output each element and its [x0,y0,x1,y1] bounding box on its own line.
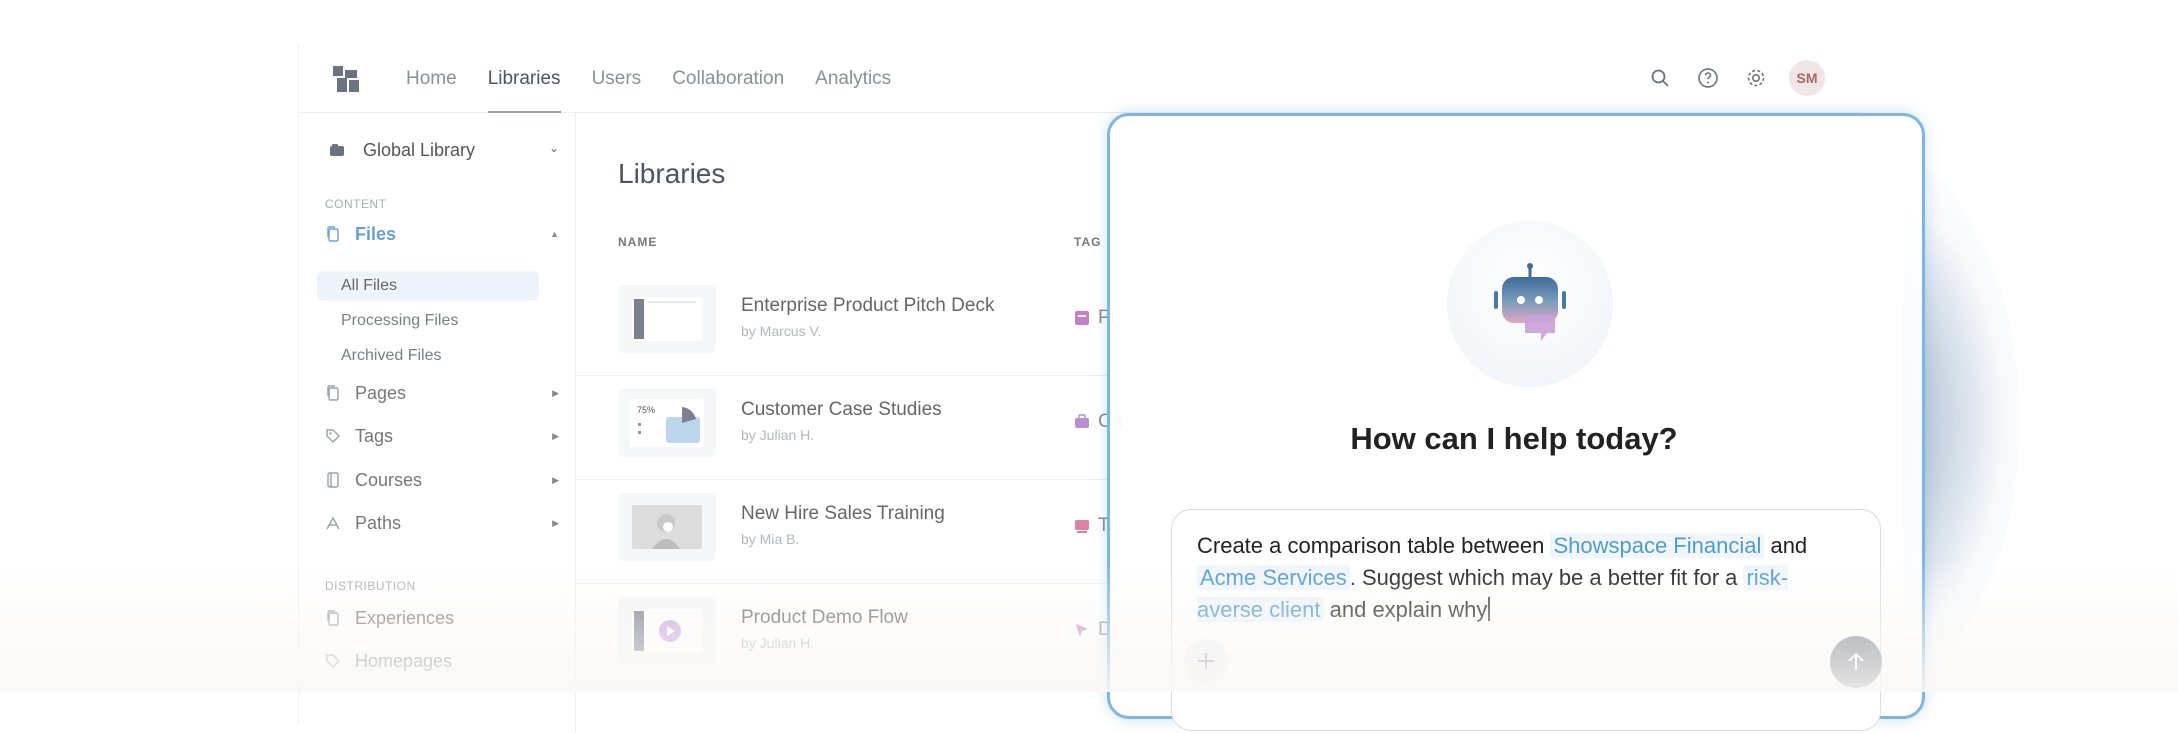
help-icon[interactable] [1693,63,1723,93]
row-thumbnail: 75% [618,389,716,457]
sidebar-item-label: Pages [355,382,407,403]
sidebar-item-label: Tags [355,425,394,446]
search-icon[interactable] [1645,63,1675,93]
folder-icon [330,144,344,156]
path-icon [325,515,341,531]
row-thumbnail [618,493,716,561]
prompt-entity-chip[interactable]: Acme Services [1197,565,1350,590]
distribution-section-label: DISTRIBUTION [325,579,416,593]
caret-right-icon[interactable]: ▶ [552,388,559,399]
sidebar-item-label: Experiences [355,607,455,628]
sidebar-item-label: Courses [355,469,423,490]
sidebar-item-files[interactable]: Files ▲ [325,219,559,249]
row-author: by Marcus V. [741,323,822,339]
library-selector[interactable]: Global Library ⌄ [329,135,559,165]
caret-right-icon[interactable]: ▶ [552,518,559,529]
sidebar-item-label: Homepages [355,650,453,671]
tag-icon [325,428,341,444]
sidebar-item-homepages[interactable]: Homepages [325,646,559,676]
robot-icon [1494,263,1566,341]
row-author: by Mia B. [741,531,800,547]
plus-icon [1198,653,1214,669]
caret-right-icon[interactable]: ▶ [552,475,559,486]
sidebar-item-label: Files [355,223,397,244]
tab-libraries[interactable]: Libraries [487,44,561,113]
chevron-down-icon[interactable]: ⌄ [549,141,559,155]
ai-assistant-panel: How can I help today? Create a compariso… [1107,113,1925,731]
sidebar-item-pages[interactable]: Pages ▶ [325,378,559,408]
top-actions: SM [1645,60,1861,96]
row-author: by Julian H. [741,427,815,443]
sidebar-item-tags[interactable]: Tags ▶ [325,421,559,451]
assistant-body: How can I help today? Create a compariso… [1125,131,1903,731]
tab-home[interactable]: Home [406,44,457,112]
row-thumbnail [618,285,716,353]
homepages-icon [325,653,341,669]
book-icon [325,472,341,488]
avatar[interactable]: SM [1789,60,1825,96]
prompt-entity-chip[interactable]: Showspace Financial [1550,533,1765,558]
top-navigation: Home Libraries Users Collaboration Analy… [299,44,1861,113]
prompt-composer[interactable]: Create a comparison table between Showsp… [1171,509,1882,731]
send-button[interactable] [1830,636,1882,688]
column-header-tag[interactable]: TAG [1074,235,1101,249]
sidebar-subitem-processing-files[interactable]: Processing Files [317,306,539,336]
row-author: by Julian H. [741,635,815,651]
file-copy-icon [325,226,341,242]
sidebar-subitem-all-files[interactable]: All Files [317,271,539,301]
sidebar-subitem-archived-files[interactable]: Archived Files [317,341,539,371]
add-attachment-button[interactable] [1184,639,1228,683]
sidebar-item-paths[interactable]: Paths ▶ [325,508,559,538]
tab-analytics[interactable]: Analytics [815,44,891,112]
sidebar: Global Library ⌄ CONTENT Files ▲ All Fil… [299,113,576,733]
row-title[interactable]: New Hire Sales Training [741,503,945,525]
page-title: Libraries [618,158,726,189]
briefcase-icon [1075,414,1089,428]
row-thumbnail [618,597,716,665]
text-caret [1488,597,1491,621]
table-row[interactable]: 75% Customer Case Studies by Julian H. C… [576,375,1176,480]
prompt-text: Create a comparison table between [1197,533,1551,558]
prompt-text: and [1764,533,1808,558]
row-title[interactable]: Product Demo Flow [741,607,908,629]
caret-up-icon[interactable]: ▲ [550,229,559,239]
app-logo[interactable] [333,66,359,92]
sidebar-item-courses[interactable]: Courses ▶ [325,465,559,495]
row-title[interactable]: Enterprise Product Pitch Deck [741,295,994,317]
table-row[interactable]: Enterprise Product Pitch Deck by Marcus … [576,271,1176,376]
prompt-input[interactable]: Create a comparison table between Showsp… [1197,530,1837,626]
nav-tabs: Home Libraries Users Collaboration Analy… [406,44,891,113]
caret-right-icon[interactable]: ▶ [552,431,559,442]
content-section-label: CONTENT [325,197,387,211]
arrow-up-icon [1848,652,1864,670]
presentation-icon [1075,311,1089,325]
thumbnail-percent-label: 75% [637,405,656,415]
table-row[interactable]: New Hire Sales Training by Mia B. Tr [576,479,1176,584]
sidebar-item-label: Paths [355,512,402,533]
library-selector-label: Global Library [363,139,476,160]
table-row[interactable]: Product Demo Flow by Julian H. De [576,583,1176,688]
tab-users[interactable]: Users [592,44,642,112]
bot-avatar [1447,221,1613,387]
gear-icon[interactable] [1741,63,1771,93]
cursor-icon [1076,624,1088,637]
sidebar-item-experiences[interactable]: Experiences [325,603,559,633]
prompt-text: and explain why [1323,597,1488,622]
prompt-text: . Suggest which may be a better fit for … [1349,565,1744,590]
video-icon [1075,520,1089,533]
column-header-name[interactable]: NAME [618,235,657,249]
row-title[interactable]: Customer Case Studies [741,399,942,421]
experiences-icon [325,610,341,626]
tab-collaboration[interactable]: Collaboration [672,44,784,112]
pages-icon [325,385,341,401]
assistant-heading: How can I help today? [1350,421,1678,456]
